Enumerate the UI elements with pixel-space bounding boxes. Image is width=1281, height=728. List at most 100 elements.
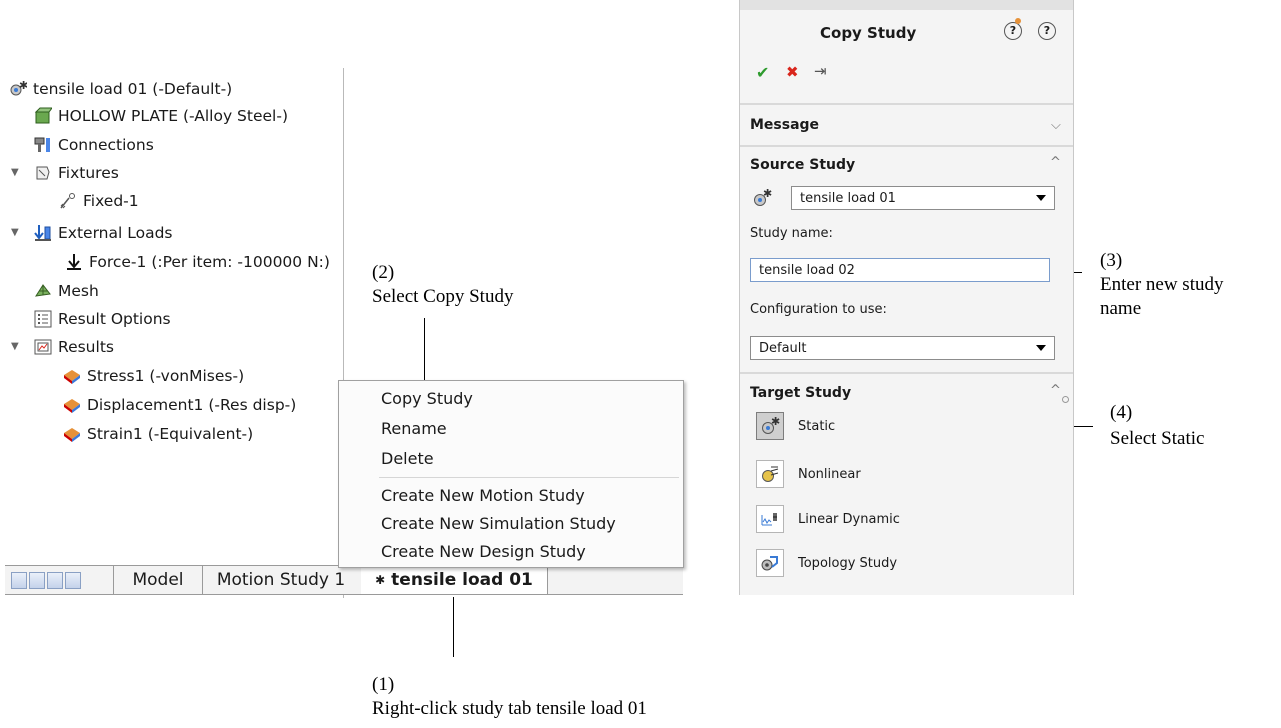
tree-label: HOLLOW PLATE (-Alloy Steel-): [58, 107, 288, 125]
tree-label: Fixtures: [58, 164, 119, 182]
tree-node-stress[interactable]: Stress1 (-vonMises-): [63, 363, 244, 389]
topology-study-icon: [756, 549, 784, 577]
target-option-static[interactable]: ✱ Static: [756, 412, 835, 440]
annotation-3-text-line2: name: [1100, 298, 1142, 319]
pm-divider: [740, 145, 1073, 147]
tree-node-force[interactable]: Force-1 (:Per item: -100000 N:): [65, 249, 330, 275]
option-label: Nonlinear: [798, 466, 861, 482]
annotation-1-number: (1): [372, 674, 395, 695]
tree-node-result-options[interactable]: Result Options: [34, 306, 171, 332]
section-header-message[interactable]: Message: [750, 117, 819, 133]
first-tab-icon[interactable]: [11, 572, 27, 589]
nonlinear-study-icon: [756, 460, 784, 488]
tab-label: Motion Study 1: [216, 570, 346, 590]
tree-node-connections[interactable]: Connections: [34, 132, 154, 158]
section-header-target-study[interactable]: Target Study: [750, 385, 851, 401]
chevron-up-icon[interactable]: ^: [1050, 155, 1061, 170]
tree-node-external-loads[interactable]: External Loads: [34, 220, 173, 246]
tree-label: Connections: [58, 136, 154, 154]
tab-label: Model: [132, 570, 184, 590]
expand-arrow-icon[interactable]: ▼: [11, 341, 19, 352]
results-folder-icon: [34, 338, 52, 356]
annotation-1-leader: [453, 597, 454, 657]
linear-dynamic-study-icon: [756, 505, 784, 533]
connections-icon: [34, 136, 52, 154]
help-icon[interactable]: ?: [1038, 22, 1056, 40]
stress-plot-icon: [63, 367, 81, 385]
target-option-nonlinear[interactable]: Nonlinear: [756, 460, 861, 488]
tree-node-part[interactable]: HOLLOW PLATE (-Alloy Steel-): [34, 103, 288, 129]
tree-label: Fixed-1: [83, 192, 139, 210]
study-name-input[interactable]: tensile load 02: [750, 258, 1050, 282]
study-name-value: tensile load 02: [759, 262, 855, 278]
ok-check-icon[interactable]: ✔: [756, 63, 769, 82]
tree-label: External Loads: [58, 224, 173, 242]
tree-node-study[interactable]: ✱ tensile load 01 (-Default-): [9, 76, 232, 102]
dropdown-arrow-icon: [1036, 345, 1046, 351]
svg-text:✱: ✱: [19, 80, 27, 92]
tree-node-displacement[interactable]: Displacement1 (-Res disp-): [63, 392, 296, 418]
menu-item-create-design-study[interactable]: Create New Design Study: [381, 540, 586, 564]
last-tab-icon[interactable]: [65, 572, 81, 589]
cancel-x-icon[interactable]: ✖: [786, 63, 799, 81]
next-tab-icon[interactable]: [47, 572, 63, 589]
tree-node-mesh[interactable]: Mesh: [34, 278, 99, 304]
menu-item-delete[interactable]: Delete: [381, 447, 434, 471]
annotation-2-number: (2): [372, 262, 395, 283]
copy-study-property-manager: Copy Study ? ? ✔ ✖ ⇥ Message ⌵ Source St…: [739, 0, 1074, 595]
pm-top-strip: [740, 0, 1073, 10]
tree-node-strain[interactable]: Strain1 (-Equivalent-): [63, 421, 253, 447]
tab-model[interactable]: Model: [113, 566, 203, 594]
strain-plot-icon: [63, 425, 81, 443]
study-icon: ✱: [9, 79, 28, 98]
tab-tensile-load-study[interactable]: ✱ tensile load 01: [361, 566, 548, 594]
chevron-down-icon[interactable]: ⌵: [1051, 118, 1061, 133]
resize-handle-icon[interactable]: [1062, 396, 1069, 403]
expand-arrow-icon[interactable]: ▼: [11, 167, 19, 178]
annotation-4-text: Select Static: [1110, 428, 1205, 449]
chevron-up-icon[interactable]: ^: [1050, 383, 1061, 398]
dropdown-arrow-icon: [1036, 195, 1046, 201]
whats-wrong-help-icon[interactable]: ?: [1004, 22, 1022, 40]
target-option-topology[interactable]: Topology Study: [756, 549, 897, 577]
annotation-2-text: Select Copy Study: [372, 286, 514, 307]
mesh-icon: [34, 282, 52, 300]
source-study-dropdown[interactable]: tensile load 01: [791, 186, 1055, 210]
tree-label: Strain1 (-Equivalent-): [87, 425, 254, 443]
svg-text:✱: ✱: [771, 416, 780, 428]
help-badge-dot: [1015, 18, 1021, 24]
menu-separator: [379, 477, 679, 478]
fixed-icon: [59, 192, 77, 210]
static-study-icon: ✱: [756, 412, 784, 440]
menu-item-create-simulation-study[interactable]: Create New Simulation Study: [381, 512, 616, 536]
result-options-icon: [34, 310, 52, 328]
tree-node-fixed[interactable]: Fixed-1: [59, 188, 139, 214]
tree-node-results[interactable]: Results: [34, 334, 114, 360]
pm-divider: [740, 372, 1073, 374]
prev-tab-icon[interactable]: [29, 572, 45, 589]
menu-item-copy-study[interactable]: Copy Study: [381, 387, 473, 411]
configuration-value: Default: [759, 340, 807, 356]
tree-label: Displacement1 (-Res disp-): [87, 396, 297, 414]
annotation-3-text-line1: Enter new study: [1100, 274, 1224, 295]
configuration-dropdown[interactable]: Default: [750, 336, 1055, 360]
pm-divider: [740, 103, 1073, 105]
study-tab-bar: Model Motion Study 1 ✱ tensile load 01: [5, 565, 683, 595]
annotation-2-leader: [424, 318, 425, 380]
displacement-plot-icon: [63, 396, 81, 414]
option-label: Topology Study: [798, 555, 898, 571]
expand-arrow-icon[interactable]: ▼: [11, 227, 19, 238]
tree-node-fixtures[interactable]: Fixtures: [34, 160, 119, 186]
target-option-linear-dynamic[interactable]: Linear Dynamic: [756, 505, 900, 533]
section-header-source-study[interactable]: Source Study: [750, 157, 855, 173]
pin-icon[interactable]: ⇥: [814, 62, 827, 80]
tree-label: Result Options: [58, 310, 171, 328]
tab-motion-study[interactable]: Motion Study 1: [201, 566, 362, 594]
menu-item-rename[interactable]: Rename: [381, 417, 447, 441]
option-label: Static: [798, 418, 836, 434]
part-icon: [34, 107, 53, 125]
context-menu: Copy Study Rename Delete Create New Moti…: [338, 380, 684, 568]
menu-item-create-motion-study[interactable]: Create New Motion Study: [381, 484, 585, 508]
study-name-label: Study name:: [750, 226, 833, 241]
annotation-3-number: (3): [1100, 250, 1123, 271]
